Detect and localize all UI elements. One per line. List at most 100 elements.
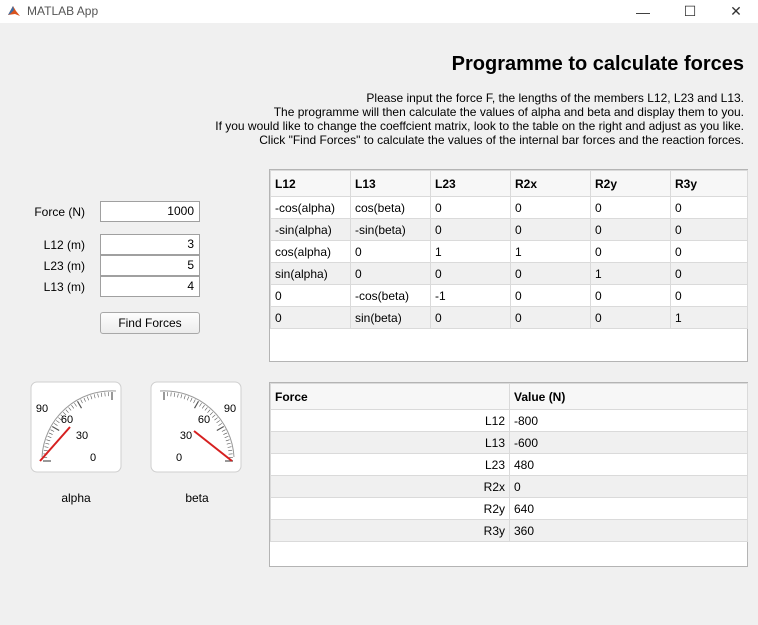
table-row: sin(alpha) 0 0 0 1 0 [270, 262, 748, 285]
table-cell[interactable]: 0 [510, 218, 591, 241]
table-cell[interactable]: 0 [430, 306, 511, 329]
matlab-logo-icon [8, 6, 20, 16]
table-cell[interactable]: -1 [430, 284, 511, 307]
table-cell[interactable]: 0 [270, 284, 351, 307]
page-title: Programme to calculate forces [451, 53, 744, 75]
instruction-line: Click "Find Forces" to calculate the val… [259, 133, 744, 147]
table-cell[interactable]: 0 [270, 306, 351, 329]
column-header[interactable]: L12 [270, 170, 351, 197]
force-name-cell: L12 [270, 409, 510, 432]
column-header[interactable]: L13 [350, 170, 431, 197]
column-header[interactable]: R2x [510, 170, 591, 197]
table-cell[interactable]: 0 [590, 240, 671, 263]
gauge-tick-label: 30 [180, 430, 192, 442]
force-value-cell: 360 [509, 519, 748, 542]
force-name-cell: R2x [270, 475, 510, 498]
force-value-cell: 480 [509, 453, 748, 476]
table-cell[interactable]: sin(alpha) [270, 262, 351, 285]
table-cell[interactable]: 0 [430, 262, 511, 285]
force-value-cell: 0 [509, 475, 748, 498]
table-cell[interactable]: cos(alpha) [270, 240, 351, 263]
table-row: R2x 0 [270, 475, 748, 498]
coefficient-matrix-table[interactable]: L12 L13 L23 R2x R2y R3y -cos(alpha) cos(… [269, 169, 748, 362]
l13-label: L13 (m) [43, 280, 85, 294]
l13-field[interactable]: 4 [100, 276, 200, 297]
gauge-tick-label: 90 [36, 403, 48, 415]
table-cell[interactable]: 0 [670, 262, 748, 285]
table-cell[interactable]: 0 [670, 240, 748, 263]
force-value-cell: -600 [509, 431, 748, 454]
table-cell[interactable]: sin(beta) [350, 306, 431, 329]
table-row: L12 -800 [270, 409, 748, 432]
gauge-face [30, 381, 122, 473]
column-header[interactable]: R3y [670, 170, 748, 197]
table-cell[interactable]: 0 [590, 196, 671, 219]
instruction-line: If you would like to change the coeffcie… [215, 119, 744, 133]
table-row: L23 480 [270, 453, 748, 476]
force-name-cell: R2y [270, 497, 510, 520]
column-header[interactable]: R2y [590, 170, 671, 197]
force-name-cell: L23 [270, 453, 510, 476]
beta-gauge: 0 30 60 90 [150, 381, 242, 473]
table-cell[interactable]: 0 [430, 196, 511, 219]
table-cell[interactable]: -sin(beta) [350, 218, 431, 241]
gauge-tick-label: 90 [224, 403, 236, 415]
table-cell[interactable]: -cos(beta) [350, 284, 431, 307]
table-cell[interactable]: 1 [510, 240, 591, 263]
table-cell[interactable]: 0 [430, 218, 511, 241]
table-cell[interactable]: 0 [670, 218, 748, 241]
table-cell[interactable]: 0 [510, 284, 591, 307]
table-cell[interactable]: 0 [510, 306, 591, 329]
table-cell[interactable]: 0 [670, 196, 748, 219]
table-cell[interactable]: 1 [590, 262, 671, 285]
gauge-tick-label: 0 [176, 452, 182, 464]
gauge-tick-label: 30 [76, 430, 88, 442]
table-cell[interactable]: 0 [590, 218, 671, 241]
table-cell[interactable]: 0 [590, 284, 671, 307]
minimize-button[interactable]: — [620, 0, 666, 23]
close-button[interactable]: ✕ [713, 0, 758, 23]
table-row: cos(alpha) 0 1 1 0 0 [270, 240, 748, 263]
table-row: L13 -600 [270, 431, 748, 454]
results-table[interactable]: Force Value (N) L12 -800 L13 -600 L23 48… [269, 382, 748, 567]
l12-label: L12 (m) [43, 238, 85, 252]
alpha-gauge: 90 60300 [30, 381, 122, 473]
instructions: Please input the force F, the lengths of… [215, 91, 744, 147]
l23-label: L23 (m) [43, 259, 85, 273]
table-row: 0 sin(beta) 0 0 0 1 [270, 306, 748, 329]
table-cell[interactable]: 0 [590, 306, 671, 329]
table-cell[interactable]: -sin(alpha) [270, 218, 351, 241]
table-cell[interactable]: 0 [670, 284, 748, 307]
table-cell[interactable]: 0 [350, 262, 431, 285]
l23-field[interactable]: 5 [100, 255, 200, 276]
table-cell[interactable]: 0 [350, 240, 431, 263]
table-cell[interactable]: 1 [670, 306, 748, 329]
table-row: -cos(alpha) cos(beta) 0 0 0 0 [270, 196, 748, 219]
alpha-caption: alpha [61, 491, 91, 505]
table-cell[interactable]: cos(beta) [350, 196, 431, 219]
force-name-cell: R3y [270, 519, 510, 542]
find-forces-button[interactable]: Find Forces [100, 312, 200, 334]
l12-field[interactable]: 3 [100, 234, 200, 255]
force-name-cell: L13 [270, 431, 510, 454]
beta-caption: beta [185, 491, 209, 505]
table-cell[interactable]: 0 [510, 196, 591, 219]
table-cell[interactable]: 1 [430, 240, 511, 263]
maximize-button[interactable]: ☐ [667, 0, 713, 23]
window-title: MATLAB App [27, 4, 99, 18]
table-cell[interactable]: -cos(alpha) [270, 196, 351, 219]
gauge-tick-label: 60 [61, 414, 73, 426]
title-bar: MATLAB App — ☐ ✕ [0, 0, 758, 23]
table-row: 0 -cos(beta) -1 0 0 0 [270, 284, 748, 307]
table-row: R2y 640 [270, 497, 748, 520]
table-header-row: L12 L13 L23 R2x R2y R3y [270, 170, 748, 197]
column-header[interactable]: Force [270, 383, 510, 410]
force-value-cell: 640 [509, 497, 748, 520]
column-header[interactable]: L23 [430, 170, 511, 197]
table-row: -sin(alpha) -sin(beta) 0 0 0 0 [270, 218, 748, 241]
table-header-row: Force Value (N) [270, 383, 748, 410]
force-value-cell: -800 [509, 409, 748, 432]
column-header[interactable]: Value (N) [509, 383, 748, 410]
force-field[interactable]: 1000 [100, 201, 200, 222]
table-cell[interactable]: 0 [510, 262, 591, 285]
